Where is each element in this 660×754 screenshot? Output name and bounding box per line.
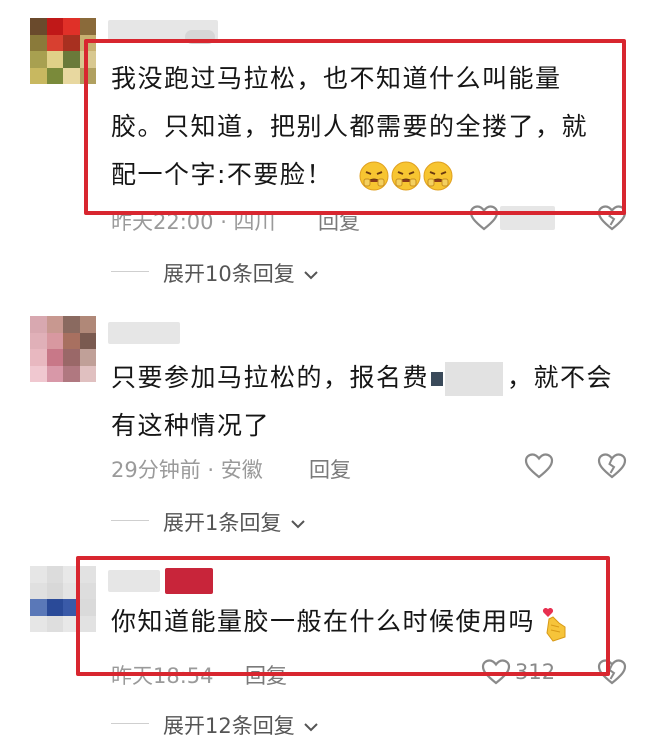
weary-face-emoji: [422, 160, 454, 192]
comment-meta: 昨天22:00 · 四川: [111, 210, 276, 234]
dislike-heart-icon[interactable]: [597, 204, 627, 232]
comment-meta: 昨天18:54: [111, 664, 214, 688]
comment-text: 我没跑过马拉松，也不知道什么叫能量 胶。只知道，把别人都需要的全搂了，就 配一个…: [111, 55, 611, 199]
chevron-down-icon: [303, 269, 319, 281]
expand-replies-button[interactable]: 展开10条回复: [163, 258, 319, 288]
chevron-down-icon: [290, 518, 306, 530]
expand-replies-button[interactable]: 展开12条回复: [163, 710, 319, 740]
reply-button[interactable]: 回复: [245, 660, 287, 690]
comment-line: 我没跑过马拉松，也不知道什么叫能量: [111, 64, 562, 93]
like-count: 312: [515, 660, 556, 684]
comment-line: 有这种情况了: [111, 411, 271, 440]
expand-replies-label: 展开12条回复: [163, 714, 295, 738]
reply-button[interactable]: 回复: [309, 454, 351, 484]
comment-line: 胶。只知道，把别人都需要的全搂了，就: [111, 112, 589, 141]
comment-line: 配一个字:不要脸！: [111, 151, 611, 199]
user-badge: [165, 568, 213, 594]
comment-meta: 29分钟前 · 安徽: [111, 458, 263, 482]
expand-replies-label: 展开1条回复: [163, 511, 282, 535]
finger-heart-emoji: [539, 607, 571, 642]
heart-icon[interactable]: [469, 204, 499, 232]
comment-text: 你知道能量胶一般在什么时候使用吗: [111, 598, 631, 646]
comment-text: 只要参加马拉松的，报名费 ，就不会 有这种情况了: [111, 354, 631, 450]
chevron-down-icon: [303, 721, 319, 733]
avatar[interactable]: [30, 18, 96, 84]
redacted-text: [445, 362, 504, 396]
divider: [111, 271, 149, 272]
heart-icon[interactable]: [524, 452, 554, 480]
weary-face-emoji: [390, 160, 422, 192]
comment-line: 只要参加马拉松的，报名费 ，就不会: [111, 354, 631, 402]
username[interactable]: [108, 570, 160, 592]
divider: [111, 723, 149, 724]
expand-replies-button[interactable]: 展开1条回复: [163, 507, 306, 537]
user-badge: [185, 30, 215, 44]
dislike-heart-icon[interactable]: [597, 658, 627, 686]
emoji-group: [349, 160, 454, 192]
like-count: [500, 206, 555, 230]
weary-face-emoji: [358, 160, 390, 192]
avatar[interactable]: [30, 316, 96, 382]
username[interactable]: [108, 322, 180, 344]
dislike-heart-icon[interactable]: [597, 452, 627, 480]
reply-button[interactable]: 回复: [318, 206, 360, 236]
expand-replies-label: 展开10条回复: [163, 262, 295, 286]
avatar[interactable]: [30, 566, 96, 632]
comment-line: 你知道能量胶一般在什么时候使用吗: [111, 598, 631, 646]
divider: [111, 520, 149, 521]
redacted-text: [431, 372, 444, 386]
heart-icon[interactable]: [481, 658, 511, 686]
